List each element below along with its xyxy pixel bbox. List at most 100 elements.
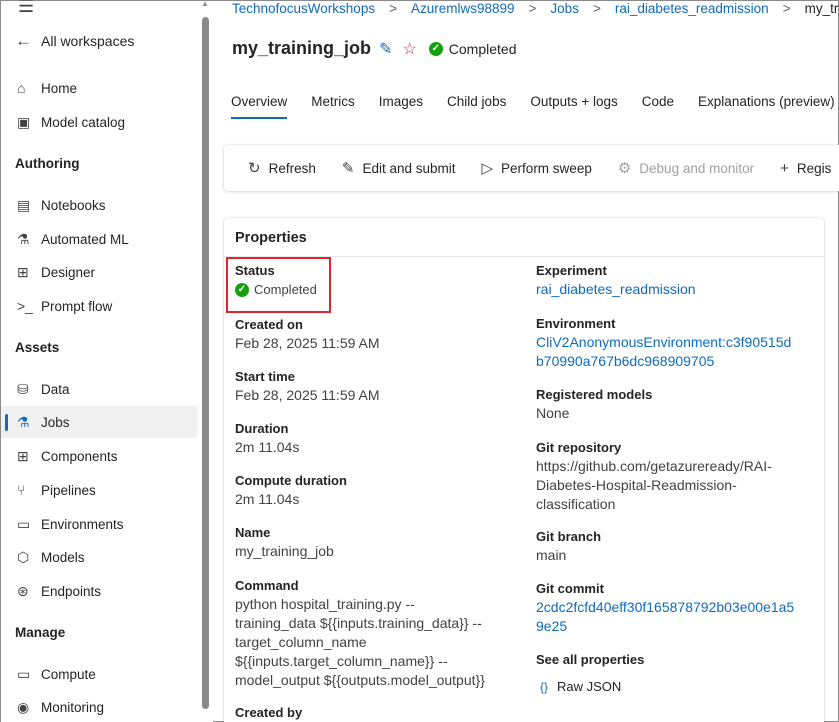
sidebar-item-label: Components [41,448,118,464]
sidebar-item-models[interactable]: ⬡ Models [1,541,197,573]
breadcrumb-experiment[interactable]: rai_diabetes_readmission [615,1,769,17]
register-label: Regis [796,160,832,176]
breadcrumb-workspace[interactable]: Azuremlws98899 [411,1,515,17]
created-by-property: Created by [235,704,302,722]
section-heading-authoring: Authoring [15,156,80,171]
sidebar-item-label: Jobs [41,414,70,430]
sidebar-item-compute[interactable]: ▭ Compute [1,658,197,690]
git-commit-property: Git commit 2cdc2fcfd40eff30f165878792b03… [536,580,794,636]
sidebar-item-label: Monitoring [41,699,105,715]
tab-metrics[interactable]: Metrics [311,94,355,119]
hamburger-menu-icon[interactable]: ☰ [18,0,34,15]
pencil-icon: ✎ [341,160,355,177]
sidebar-item-label: Automated ML [41,231,129,247]
scrollbar-thumb[interactable] [202,17,209,709]
main-content: TechnofocusWorkshops > Azuremlws98899 > … [214,1,839,722]
endpoints-icon: ⊛ [17,582,29,599]
left-nav-sidebar: ☰ ← All workspaces ⌂ Home ▣ Model catalo… [1,0,213,722]
start-time-property: Start time Feb 28, 2025 11:59 AM [235,368,380,405]
name-property: Name my_training_job [235,524,334,561]
tab-outputs-logs[interactable]: Outputs + logs [530,94,617,119]
tab-explanations[interactable]: Explanations (preview) [698,94,835,119]
tab-child-jobs[interactable]: Child jobs [447,94,506,119]
git-commit-link-line[interactable]: 9e25 [536,617,794,636]
status-property: Status ✓ Completed [235,262,317,297]
compute-duration-property: Compute duration 2m 11.04s [235,472,347,509]
check-circle-icon: ✓ [428,41,443,56]
experiment-label: Experiment [536,263,607,278]
breadcrumb-jobs[interactable]: Jobs [550,1,579,17]
breadcrumb-current-job: my_training_job [804,1,839,16]
sidebar-item-pipelines[interactable]: ⑂ Pipelines [1,474,197,506]
refresh-icon: ↻ [248,160,261,177]
created-on-label: Created on [235,317,303,332]
breadcrumb: TechnofocusWorkshops > Azuremlws98899 > … [232,1,839,17]
sidebar-item-home[interactable]: ⌂ Home [1,72,197,104]
git-commit-link-line[interactable]: 2cdc2fcfd40eff30f165878792b03e00e1a5 [536,598,794,617]
duration-value: 2m 11.04s [235,439,300,455]
name-label: Name [235,525,271,540]
code-braces-icon: {} [540,679,549,694]
edit-and-submit-button[interactable]: ✎ Edit and submit [342,159,456,177]
sidebar-item-label: Designer [41,264,96,280]
sidebar-item-designer[interactable]: ⊞ Designer [1,256,197,288]
edit-pencil-icon[interactable]: ✎ [379,39,392,59]
breadcrumb-workspace-group[interactable]: TechnofocusWorkshops [232,1,375,17]
sidebar-item-notebooks[interactable]: ▤ Notebooks [1,189,197,221]
sidebar-scrollbar[interactable]: ▲ [199,0,211,722]
sidebar-item-model-catalog[interactable]: ▣ Model catalog [1,106,197,138]
start-time-value: Feb 28, 2025 11:59 AM [235,387,380,403]
command-line: training_data ${{inputs.training_data}} … [235,615,482,631]
sidebar-item-prompt-flow[interactable]: >_ Prompt flow [1,290,197,322]
debug-and-monitor-button[interactable]: ⚙ Debug and monitor [618,159,754,177]
refresh-button[interactable]: ↻ Refresh [248,159,316,177]
git-branch-value: main [536,547,567,563]
register-button[interactable]: + Regis [780,160,831,177]
home-icon: ⌂ [17,80,26,96]
status-value: ✓ Completed [235,282,317,297]
notebook-icon: ▤ [17,196,31,213]
page-title: my_training_job [232,38,372,58]
environment-link-line[interactable]: CliV2AnonymousEnvironment:c3f90515d [536,333,791,352]
environments-icon: ▭ [17,515,31,532]
all-workspaces-link[interactable]: ← All workspaces [15,31,134,51]
registered-models-value: None [536,405,570,421]
tab-overview[interactable]: Overview [231,94,288,119]
prompt-flow-icon: >_ [17,298,33,314]
command-toolbar: ↻ Refresh ✎ Edit and submit ▷ Perform sw… [224,145,839,191]
favorite-star-icon[interactable]: ☆ [402,39,416,59]
sidebar-item-automated-ml[interactable]: ⚗ Automated ML [1,223,197,255]
plus-icon: + [780,159,789,177]
perform-sweep-label: Perform sweep [501,160,592,176]
back-arrow-icon: ← [15,31,32,50]
experiment-link[interactable]: rai_diabetes_readmission [536,280,696,299]
git-repository-property: Git repository https://github.com/getazu… [536,439,772,514]
sidebar-item-data[interactable]: ⛁ Data [1,373,197,405]
sidebar-item-endpoints[interactable]: ⊛ Endpoints [1,575,197,607]
duration-label: Duration [235,421,289,436]
environment-link-line[interactable]: b70990a767b6dc968909705 [536,352,791,371]
breadcrumb-separator-icon: > [528,1,537,16]
git-commit-label: Git commit [536,581,604,596]
scroll-up-arrow-icon[interactable]: ▲ [201,0,209,8]
components-icon: ⊞ [17,447,29,464]
tab-images[interactable]: Images [379,94,423,119]
git-repository-line: https://github.com/getazureready/RAI- [536,458,772,474]
sidebar-item-components[interactable]: ⊞ Components [1,440,197,472]
start-time-label: Start time [235,369,295,384]
tab-code[interactable]: Code [642,94,674,119]
command-line: python hospital_training.py -- [235,596,415,612]
command-property: Command python hospital_training.py -- t… [235,577,485,690]
sidebar-item-environments[interactable]: ▭ Environments [1,508,197,540]
see-all-properties-label: See all properties [536,652,645,667]
sidebar-item-label: Notebooks [41,197,106,213]
sidebar-item-jobs[interactable]: ⚗ Jobs [1,406,197,438]
sidebar-item-monitoring[interactable]: ◉ Monitoring [1,691,197,722]
environment-label: Environment [536,316,616,331]
perform-sweep-button[interactable]: ▷ Perform sweep [482,159,592,177]
raw-json-button[interactable]: {} Raw JSON [536,679,644,694]
git-repository-line: Diabetes-Hospital-Readmission- [536,477,737,493]
debug-monitor-label: Debug and monitor [639,160,755,176]
status-value-text: Completed [254,282,317,297]
raw-json-label: Raw JSON [557,679,622,694]
